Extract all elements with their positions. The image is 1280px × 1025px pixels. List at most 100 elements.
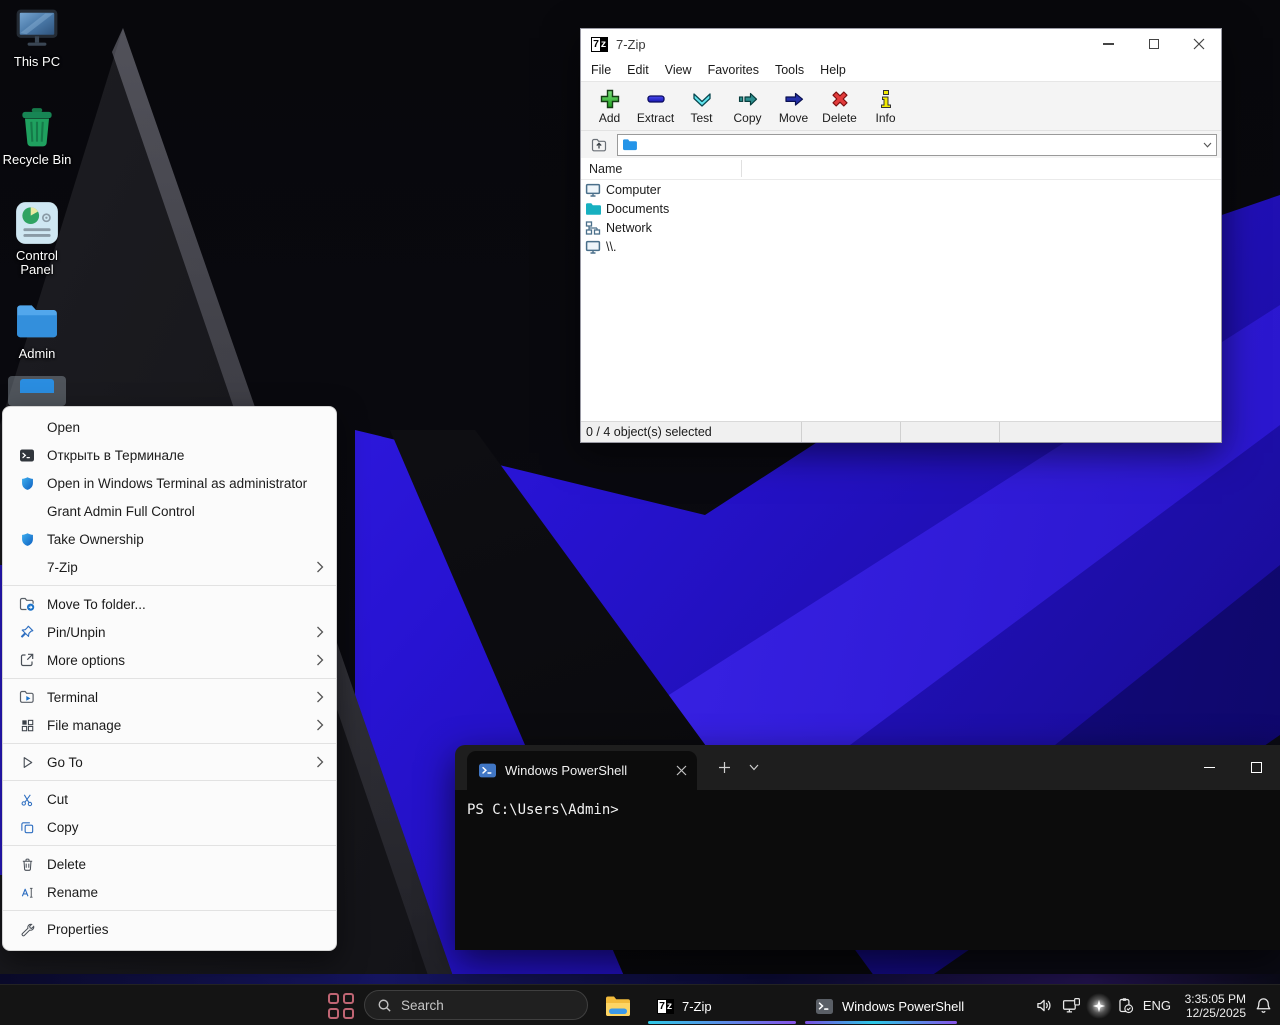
maximize-button[interactable] — [1131, 29, 1176, 59]
test-button[interactable]: Test — [679, 83, 724, 129]
minimize-button[interactable] — [1186, 745, 1233, 790]
menu-item-copy[interactable]: Copy — [3, 813, 336, 841]
tab-dropdown-button[interactable] — [739, 753, 769, 783]
volume-icon[interactable] — [1036, 997, 1053, 1014]
menu-item-grant-admin-full-control[interactable]: Grant Admin Full Control — [3, 497, 336, 525]
move-arrow-icon — [782, 87, 806, 111]
column-divider[interactable] — [741, 160, 742, 177]
info-button[interactable]: Info — [863, 83, 908, 129]
menu-item-7zip[interactable]: 7-Zip — [3, 553, 336, 581]
wrench-icon — [17, 922, 37, 937]
menu-item-terminal[interactable]: Terminal — [3, 683, 336, 711]
tab-title: Windows PowerShell — [505, 763, 676, 778]
menu-file[interactable]: File — [583, 63, 619, 77]
move-button[interactable]: Move — [771, 83, 816, 129]
terminal-tab-powershell[interactable]: Windows PowerShell — [467, 751, 697, 790]
menu-item-open[interactable]: Open — [3, 413, 336, 441]
desktop-icon-selected-partial[interactable] — [8, 376, 66, 406]
menu-tools[interactable]: Tools — [767, 63, 812, 77]
sevenzip-addressbar — [581, 131, 1221, 158]
menu-item-pin-unpin[interactable]: Pin/Unpin — [3, 618, 336, 646]
menu-item-open-terminal-admin[interactable]: Open in Windows Terminal as administrato… — [3, 469, 336, 497]
clipboard-check-icon[interactable] — [1117, 997, 1134, 1014]
menu-item-cut[interactable]: Cut — [3, 785, 336, 813]
desktop-icon-this-pc[interactable]: This PC — [0, 6, 74, 69]
sevenzip-menubar: File Edit View Favorites Tools Help — [581, 59, 1221, 81]
maximize-button[interactable] — [1233, 745, 1280, 790]
copy-icon — [17, 820, 37, 835]
parent-folder-button[interactable] — [585, 134, 613, 156]
network-icon — [585, 220, 601, 236]
active-app-indicator — [805, 1021, 957, 1024]
copy-button[interactable]: Copy — [725, 83, 770, 129]
menu-item-properties[interactable]: Properties — [3, 915, 336, 943]
folder-icon — [14, 298, 60, 344]
sevenzip-titlebar[interactable]: 7z 7-Zip — [581, 29, 1221, 59]
menu-item-take-ownership[interactable]: Take Ownership — [3, 525, 336, 553]
list-item-network[interactable]: Network — [581, 218, 1221, 237]
plus-icon — [718, 761, 731, 774]
add-button[interactable]: Add — [587, 83, 632, 129]
start-button[interactable] — [328, 993, 354, 1019]
list-item-network-path[interactable]: \\. — [581, 237, 1221, 256]
taskbar: 7z 7-Zip Windows PowerShell — [0, 984, 1280, 1025]
menu-item-file-manage[interactable]: File manage — [3, 711, 336, 739]
clock[interactable]: 3:35:05 PM 12/25/2025 — [1180, 992, 1246, 1020]
extract-button[interactable]: Extract — [633, 83, 678, 129]
list-item-computer[interactable]: Computer — [581, 180, 1221, 199]
menu-help[interactable]: Help — [812, 63, 854, 77]
language-indicator[interactable]: ENG — [1143, 998, 1171, 1013]
wallpaper-bottom-glow — [0, 974, 1280, 984]
terminal-titlebar[interactable]: Windows PowerShell — [455, 745, 1280, 790]
menu-item-move-to-folder[interactable]: Move To folder... — [3, 590, 336, 618]
menu-item-rename[interactable]: Rename — [3, 878, 336, 906]
terminal-window: Windows PowerShell PS C:\Users\Admin> — [455, 745, 1280, 950]
tab-close-icon[interactable] — [676, 765, 687, 776]
network-icon[interactable] — [1062, 997, 1081, 1014]
new-tab-button[interactable] — [709, 753, 739, 783]
chevron-right-icon — [316, 691, 324, 703]
column-header-name[interactable]: Name — [581, 158, 1221, 180]
pin-icon — [17, 624, 37, 640]
chevron-right-icon — [316, 654, 324, 666]
desktop-icon-label: Admin — [19, 347, 56, 361]
address-input[interactable] — [642, 138, 1198, 152]
menu-item-more-options[interactable]: More options — [3, 646, 336, 674]
search-icon — [377, 998, 392, 1013]
desktop-icon-label: Recycle Bin — [3, 153, 72, 167]
taskbar-app-powershell[interactable]: Windows PowerShell — [803, 988, 976, 1024]
desktop-icon-admin-folder[interactable]: Admin — [0, 298, 74, 361]
minimize-button[interactable] — [1086, 29, 1131, 59]
menu-edit[interactable]: Edit — [619, 63, 657, 77]
menu-item-go-to[interactable]: Go To — [3, 748, 336, 776]
taskbar-app-7zip[interactable]: 7z 7-Zip — [645, 988, 724, 1024]
taskbar-app-label: 7-Zip — [682, 999, 712, 1014]
maximize-icon — [1251, 762, 1262, 773]
desktop-icon-control-panel[interactable]: Control Panel — [0, 200, 74, 277]
list-item-documents[interactable]: Documents — [581, 199, 1221, 218]
recycle-bin-icon — [14, 104, 60, 150]
desktop-icon-recycle-bin[interactable]: Recycle Bin — [0, 104, 74, 167]
notification-bell-icon[interactable] — [1255, 997, 1272, 1014]
close-button[interactable] — [1176, 29, 1221, 59]
menu-separator — [3, 678, 336, 679]
selection-status: 0 / 4 object(s) selected — [586, 425, 712, 439]
search-input[interactable] — [401, 998, 551, 1013]
computer-icon — [585, 182, 601, 198]
terminal-content[interactable]: PS C:\Users\Admin> — [455, 790, 1280, 950]
menu-item-delete[interactable]: Delete — [3, 850, 336, 878]
chevron-right-icon — [316, 719, 324, 731]
taskbar-search[interactable] — [364, 990, 588, 1020]
menu-favorites[interactable]: Favorites — [700, 63, 767, 77]
delete-button[interactable]: Delete — [817, 83, 862, 129]
dropdown-button[interactable] — [1198, 135, 1216, 155]
menu-item-open-in-terminal-ru[interactable]: Открыть в Терминале — [3, 441, 336, 469]
windows-terminal-icon — [17, 448, 37, 463]
file-explorer-button[interactable] — [602, 991, 634, 1021]
address-combobox[interactable] — [617, 134, 1217, 156]
sevenzip-app-icon: 7z — [657, 999, 674, 1014]
sparkle-tray-icon[interactable] — [1090, 997, 1108, 1015]
menu-separator — [3, 585, 336, 586]
desktop-icon-label: This PC — [14, 55, 60, 69]
menu-view[interactable]: View — [657, 63, 700, 77]
